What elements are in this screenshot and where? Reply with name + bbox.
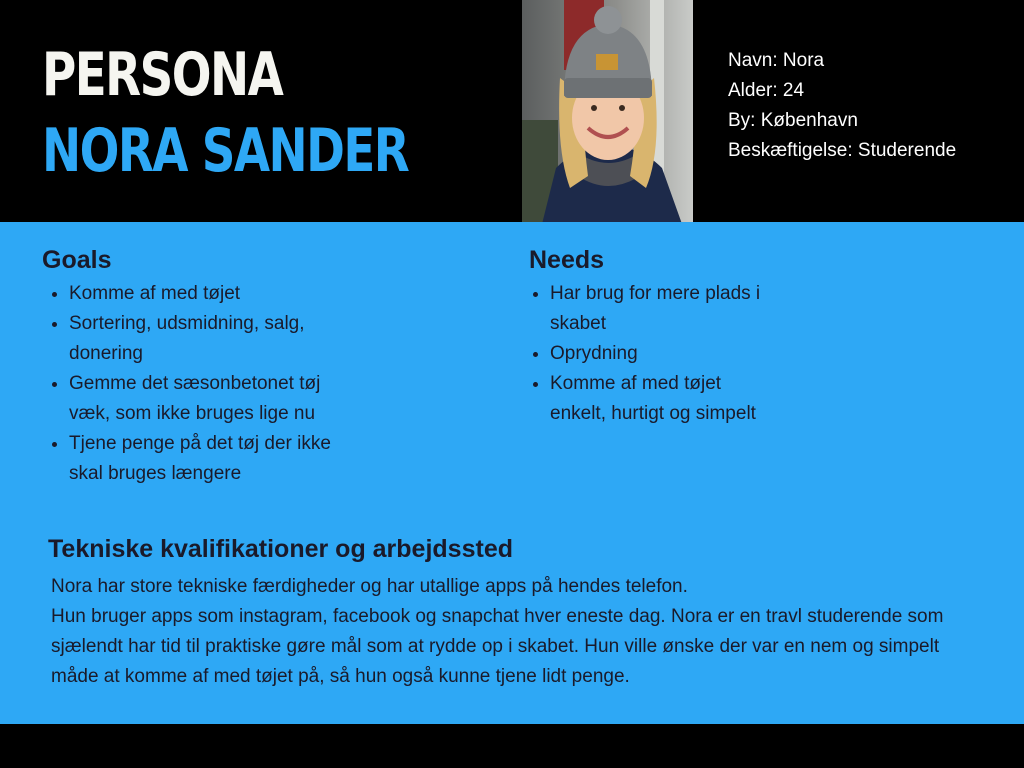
tech-title: Tekniske kvalifikationer og arbejdssted [48, 535, 513, 563]
header: PERSONA NORA SANDER Navn: Nora Alder: 24… [0, 0, 1024, 224]
footer-bar [0, 724, 1024, 768]
tech-paragraph: Hun bruger apps som instagram, facebook … [51, 606, 944, 687]
need-item: Komme af med tøjet enkelt, hurtigt og si… [550, 369, 780, 429]
goal-item: Gemme det sæsonbetonet tøj væk, som ikke… [69, 369, 359, 429]
tech-paragraph: Nora har store tekniske færdigheder og h… [51, 576, 688, 597]
goal-item: Komme af med tøjet [69, 279, 359, 309]
needs-title: Needs [529, 246, 605, 274]
goals-title: Goals [42, 246, 112, 274]
info-age: Alder: 24 [728, 80, 805, 101]
content-panel: Goals Komme af med tøjet Sortering, udsm… [0, 222, 1024, 724]
need-item: Oprydning [550, 339, 780, 369]
tech-description: Nora har store tekniske færdigheder og h… [51, 572, 981, 692]
persona-info: Navn: Nora Alder: 24 By: København Beskæ… [728, 46, 956, 166]
persona-photo [522, 0, 693, 224]
goals-list: Komme af med tøjet Sortering, udsmidning… [42, 279, 359, 489]
page-title: PERSONA [42, 40, 284, 110]
info-name: Navn: Nora [728, 50, 825, 71]
info-occupation: Beskæftigelse: Studerende [728, 140, 957, 161]
need-item: Har brug for mere plads i skabet [550, 279, 780, 339]
persona-name: NORA SANDER [42, 116, 410, 186]
info-city: By: København [728, 110, 858, 131]
needs-list: Har brug for mere plads i skabet Oprydni… [523, 279, 780, 429]
goal-item: Sortering, udsmidning, salg, donering [69, 309, 359, 369]
goal-item: Tjene penge på det tøj der ikke skal bru… [69, 429, 359, 489]
